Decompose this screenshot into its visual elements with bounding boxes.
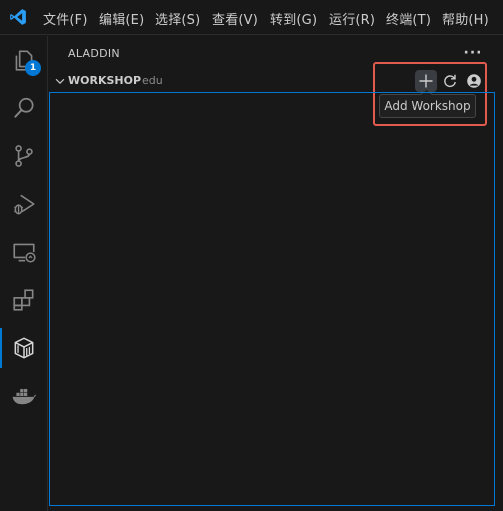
menu-view[interactable]: 查看(V) (212, 9, 258, 28)
menu-run[interactable]: 运行(R) (329, 9, 375, 28)
account-icon (467, 74, 481, 88)
menu-terminal[interactable]: 终端(T) (386, 9, 431, 28)
activity-remote-explorer[interactable] (0, 228, 48, 276)
sidebar: ALADDIN ··· WORKSHOP edu Add Workshop (49, 36, 503, 511)
search-icon (14, 97, 34, 118)
vscode-logo-icon[interactable] (9, 8, 27, 26)
refresh-icon (444, 74, 456, 88)
menu-selection[interactable]: 选择(S) (155, 9, 200, 28)
activity-source-control[interactable] (0, 132, 48, 180)
remote-explorer-icon (13, 243, 36, 263)
activity-aladdin[interactable] (0, 324, 48, 372)
extensions-icon (13, 289, 34, 311)
activity-run-debug[interactable] (0, 180, 48, 228)
activity-extensions[interactable] (0, 276, 48, 324)
aladdin-icon (14, 337, 34, 359)
activity-bar: 1 (0, 36, 48, 511)
run-debug-icon (14, 194, 35, 215)
menu-edit[interactable]: 编辑(E) (99, 9, 144, 28)
activity-docker[interactable] (0, 372, 48, 420)
chevron-down-icon (55, 78, 65, 85)
source-control-icon (15, 145, 33, 167)
refresh-button[interactable] (439, 70, 461, 92)
menu-go[interactable]: 转到(G) (270, 9, 317, 28)
menu-bar: 文件(F) 编辑(E) 选择(S) 查看(V) 转到(G) 运行(R) 终端(T… (0, 0, 503, 35)
explorer-badge: 1 (25, 60, 41, 76)
ellipsis-icon: ··· (463, 45, 483, 61)
more-actions-button[interactable]: ··· (461, 43, 485, 63)
add-icon (419, 74, 433, 88)
activity-search[interactable] (0, 84, 48, 132)
activity-explorer[interactable]: 1 (0, 36, 48, 84)
sidebar-title: ALADDIN (68, 47, 120, 60)
menu-file[interactable]: 文件(F) (43, 9, 88, 28)
docker-icon (12, 388, 36, 405)
section-title: WORKSHOP (68, 74, 142, 87)
account-button[interactable] (463, 70, 485, 92)
menu-help[interactable]: 帮助(H) (442, 9, 489, 28)
workshop-tree-view[interactable] (49, 92, 495, 506)
section-description: edu (142, 74, 163, 87)
